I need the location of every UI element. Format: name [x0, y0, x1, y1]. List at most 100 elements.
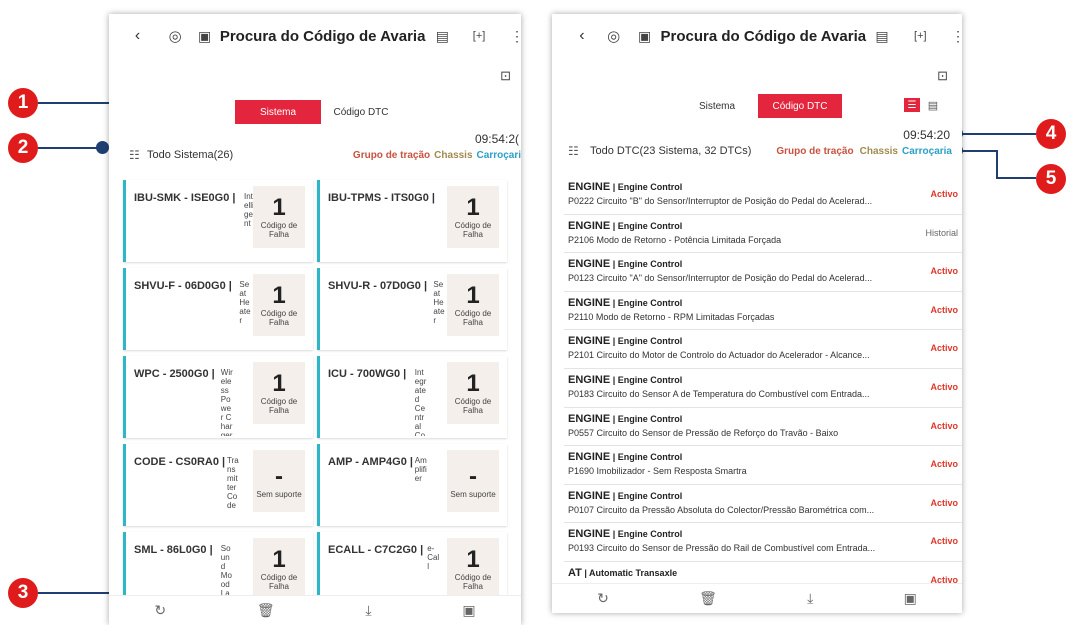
- dtc-status: Activo: [930, 497, 958, 508]
- dtc-separator: |: [610, 374, 618, 385]
- report-icon[interactable]: ▣: [904, 590, 917, 607]
- timestamp: 09:54:2(: [474, 132, 519, 146]
- trash-icon[interactable]: 🗑: [699, 590, 717, 607]
- dtc-system: ENGINE | Engine Control: [568, 451, 682, 463]
- scan-icon[interactable]: ▣: [197, 28, 213, 45]
- capture-icon[interactable]: ▤: [874, 28, 891, 45]
- filter-icon[interactable]: ☷: [129, 148, 147, 162]
- group-chassis[interactable]: Chassis: [860, 146, 898, 157]
- dtc-row[interactable]: ENGINE | Engine Control P0107 Circuito da…: [564, 485, 962, 524]
- dtc-system-code: ENGINE: [568, 219, 611, 232]
- system-card[interactable]: SHVU-R - 07D0G0 | Seat Heater 1 Código de F…: [317, 268, 507, 350]
- fault-count: 1: [466, 282, 480, 309]
- left-tab-switch: Sistema Código DTC: [235, 100, 401, 124]
- dtc-system-code: ENGINE: [568, 489, 611, 502]
- vehicle-link-icon[interactable]: ⊡: [937, 68, 948, 84]
- fault-count-box: 1 Código de Falha: [253, 186, 305, 248]
- filter-icon[interactable]: ☷: [568, 144, 590, 158]
- timestamp: 09:54:20: [903, 128, 950, 142]
- fullscreen-icon[interactable]: [+]: [913, 30, 928, 42]
- download-icon[interactable]: ⤓: [365, 602, 371, 619]
- dtc-row[interactable]: ENGINE | Engine Control P2110 Modo de Ret…: [564, 292, 962, 331]
- dtc-row[interactable]: ENGINE | Engine Control P0123 Circuito "A…: [564, 253, 962, 292]
- dtc-system-code: ENGINE: [568, 258, 611, 271]
- system-card[interactable]: ICU - 700WG0 | Integrated Central Control…: [317, 356, 507, 438]
- dtc-system-name: Engine Control: [617, 490, 683, 501]
- group-tracao[interactable]: Grupo de tração: [776, 146, 853, 157]
- system-card[interactable]: AMP - AMP4G0 | Amplifier - Sem suporte: [317, 444, 507, 526]
- back-icon[interactable]: ‹: [129, 27, 147, 45]
- system-card[interactable]: IBU-SMK - ISE0G0 | Int elligent 1 Código de…: [123, 180, 313, 262]
- dtc-row[interactable]: ENGINE | Engine Control P0183 Circuito do…: [564, 369, 962, 408]
- dtc-row[interactable]: ENGINE | Engine Control P0557 Circuito do…: [564, 408, 962, 447]
- dtc-system-name: Engine Control: [617, 336, 683, 347]
- grid-view-icon[interactable]: ▤: [925, 98, 941, 112]
- fault-count-label: Sem suporte: [450, 489, 496, 499]
- callout-2: 2: [8, 133, 38, 163]
- dtc-system-name: Engine Control: [617, 259, 683, 270]
- refresh-icon[interactable]: ↻: [154, 602, 166, 619]
- download-icon[interactable]: ⤓: [807, 590, 813, 607]
- fullscreen-icon[interactable]: [+]: [472, 30, 486, 42]
- system-card[interactable]: CODE - CS0RA0 | Transmitter Code - Sem supo…: [123, 444, 313, 526]
- dtc-system: ENGINE | Engine Control: [568, 258, 682, 270]
- fault-count: 1: [466, 194, 480, 221]
- trash-icon[interactable]: 🗑: [257, 602, 275, 619]
- system-card[interactable]: SHVU-F - 06D0G0 | Seat Heater 1 Código de F…: [123, 268, 313, 350]
- dtc-system: ENGINE | Engine Control: [568, 297, 682, 309]
- fault-count-label: Código de Falha: [454, 221, 492, 239]
- tab-codigo-dtc[interactable]: Código DTC: [758, 94, 842, 118]
- callout-3: 3: [8, 578, 38, 608]
- callout-5-line-a: [958, 150, 998, 152]
- fault-count-box: 1 Código de Falha: [447, 538, 499, 600]
- vehicle-icon[interactable]: ◎: [604, 27, 623, 45]
- group-chassis[interactable]: Chassis: [434, 150, 472, 161]
- system-desc: Seat Heater: [433, 280, 445, 325]
- tab-sistema[interactable]: Sistema: [235, 100, 321, 124]
- scan-icon[interactable]: ▣: [636, 28, 653, 45]
- dtc-system-name: Engine Control: [617, 452, 683, 463]
- right-summary-row: ☷ Todo DTC(23 Sistema, 32 DTCs) Grupo de…: [568, 144, 952, 158]
- dtc-system-name: Engine Control: [617, 297, 683, 308]
- back-icon[interactable]: ‹: [573, 27, 592, 45]
- dtc-separator: |: [610, 182, 618, 192]
- more-icon[interactable]: ⋮: [951, 28, 962, 45]
- vehicle-icon[interactable]: ◎: [166, 27, 184, 45]
- group-tracao[interactable]: Grupo de tração: [353, 150, 430, 161]
- dtc-status: Activo: [930, 381, 958, 392]
- dtc-system-code: ENGINE: [568, 528, 611, 541]
- summary-text: Todo Sistema(26): [147, 149, 234, 161]
- fault-count-label: Código de Falha: [260, 397, 298, 415]
- capture-icon[interactable]: ▤: [434, 28, 450, 45]
- group-carrocaria[interactable]: Carroçari: [477, 150, 521, 161]
- dtc-row[interactable]: ENGINE | Engine Control P0193 Circuito do…: [564, 523, 962, 562]
- dtc-system-code: ENGINE: [568, 373, 611, 386]
- refresh-icon[interactable]: ↻: [597, 590, 609, 607]
- tab-codigo-dtc[interactable]: Código DTC: [321, 100, 401, 124]
- right-tab-switch: Sistema Código DTC: [676, 94, 842, 118]
- fault-count-label: Sem suporte: [256, 489, 302, 499]
- list-view-icon[interactable]: ☰: [904, 98, 920, 112]
- system-desc: Seat Heater: [239, 280, 251, 325]
- group-carrocaria[interactable]: Carroçaria: [902, 146, 952, 157]
- dtc-system-name: Engine Control: [617, 220, 683, 231]
- dtc-separator: |: [581, 567, 590, 578]
- fault-count-label: Código de Falha: [260, 573, 298, 591]
- more-icon[interactable]: ⋮: [510, 28, 521, 45]
- fault-count-box: 1 Código de Falha: [447, 274, 499, 336]
- dtc-row[interactable]: ENGINE | Engine Control P0222 Circuito "B…: [564, 176, 962, 215]
- dtc-row[interactable]: ENGINE | Engine Control P2101 Circuito do…: [564, 330, 962, 369]
- callout-1: 1: [8, 88, 38, 118]
- fault-count-box: - Sem suporte: [447, 450, 499, 512]
- report-icon[interactable]: ▣: [462, 602, 475, 619]
- system-card[interactable]: WPC - 2500G0 | Wireless Power Charger 1 Cód…: [123, 356, 313, 438]
- dtc-status: Activo: [930, 343, 958, 354]
- callout-5-line-c: [996, 177, 1036, 179]
- vehicle-link-icon[interactable]: ⊡: [500, 68, 511, 84]
- system-card[interactable]: IBU-TPMS - ITS0G0 | 1 Código de Falha: [317, 180, 507, 262]
- dtc-system: ENGINE | Engine Control: [568, 490, 682, 502]
- dtc-row[interactable]: ENGINE | Engine Control P1690 Imobilizado…: [564, 446, 962, 485]
- tab-sistema[interactable]: Sistema: [676, 94, 758, 118]
- dtc-separator: |: [610, 336, 618, 347]
- dtc-row[interactable]: ENGINE | Engine Control P2106 Modo de Ret…: [564, 215, 962, 254]
